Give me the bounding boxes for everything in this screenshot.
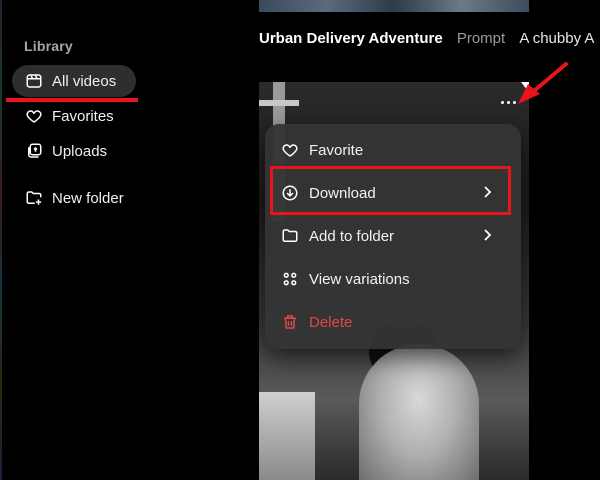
thumbnail-detail: [359, 344, 479, 480]
thumbnail-detail: [259, 100, 299, 106]
chevron-right-icon: [484, 229, 492, 241]
thumbnail-detail: [259, 392, 315, 480]
sidebar-item-label: Favorites: [52, 107, 114, 125]
sidebar-edge-strip: [0, 0, 2, 480]
menu-item-view-variations[interactable]: View variations: [279, 266, 509, 292]
annotation-arrow: [518, 62, 568, 104]
new-folder-label: New folder: [52, 189, 124, 207]
menu-item-delete[interactable]: Delete: [279, 309, 509, 335]
prompt-text: A chubby A: [519, 30, 595, 47]
sidebar-item-label: All videos: [52, 72, 117, 90]
video-library-icon: [24, 71, 44, 91]
annotation-highlight-box: [270, 166, 511, 215]
new-folder-button[interactable]: New folder: [12, 182, 136, 214]
prompt-label: Prompt: [456, 30, 506, 47]
menu-item-favorite[interactable]: Favorite: [279, 137, 509, 163]
folder-icon: [279, 225, 301, 247]
context-menu: Favorite Download Add to folder View var…: [265, 124, 521, 349]
library-heading: Library: [24, 38, 73, 54]
heart-icon: [279, 139, 301, 161]
menu-item-add-to-folder[interactable]: Add to folder: [279, 223, 509, 249]
video-title-row: Urban Delivery Adventure Prompt A chubby…: [259, 30, 594, 47]
grid-icon: [279, 268, 301, 290]
video-thumbnail-previous[interactable]: [259, 0, 529, 12]
heart-icon: [24, 106, 44, 126]
sidebar-item-label: Uploads: [52, 142, 108, 160]
sidebar-item-favorites[interactable]: Favorites: [12, 100, 126, 132]
new-folder-icon: [24, 188, 44, 208]
dot: [506, 100, 510, 104]
uploads-icon: [24, 141, 44, 161]
video-title[interactable]: Urban Delivery Adventure: [259, 30, 443, 47]
dot: [500, 100, 504, 104]
menu-item-label: Delete: [309, 313, 353, 331]
trash-icon: [279, 311, 301, 333]
menu-item-label: View variations: [309, 270, 410, 288]
menu-item-label: Add to folder: [309, 227, 395, 245]
sidebar: Library All videos Favorites Uploads New…: [0, 0, 232, 480]
sidebar-item-uploads[interactable]: Uploads: [12, 135, 119, 167]
sidebar-item-all-videos[interactable]: All videos: [12, 65, 136, 97]
menu-item-label: Favorite: [309, 141, 364, 159]
